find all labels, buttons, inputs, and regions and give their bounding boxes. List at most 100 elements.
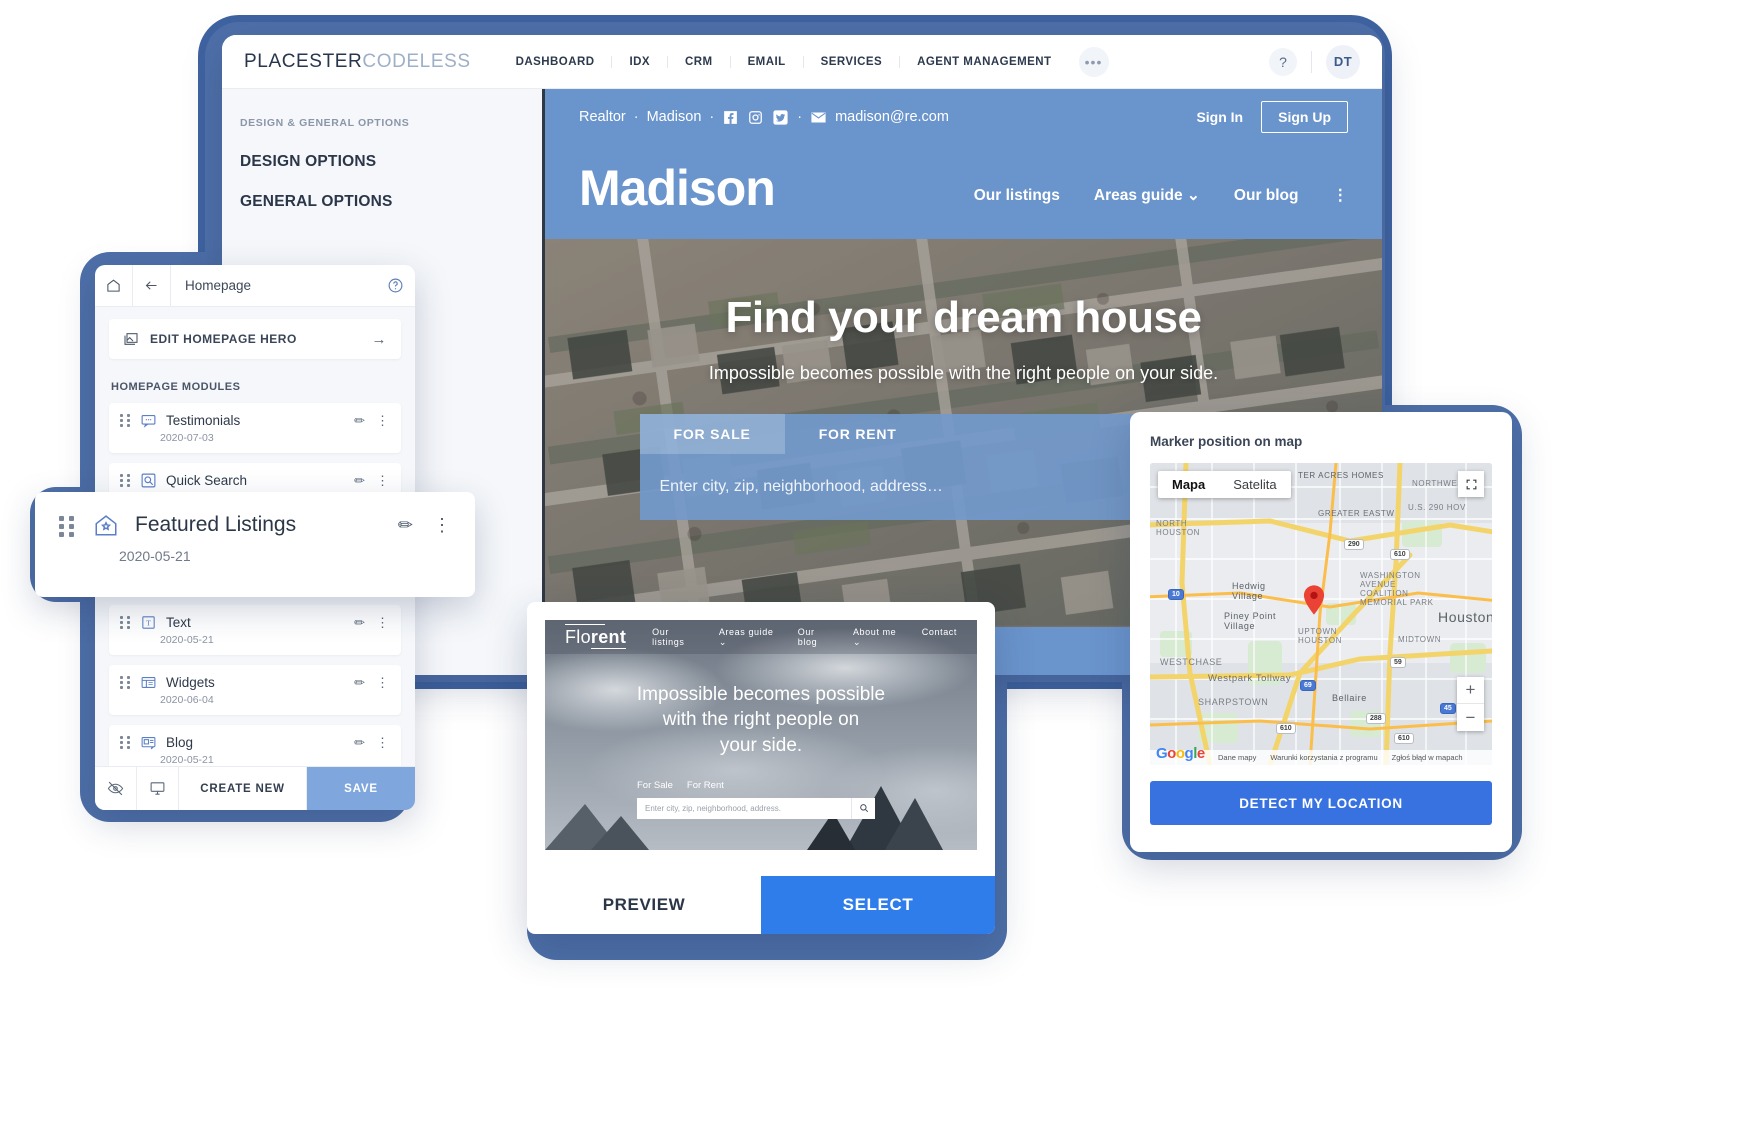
pencil-icon[interactable]: ✏ [354,473,365,489]
app-topbar-right: ? DT [1269,44,1360,79]
route-shield: 290 [1344,539,1364,550]
hero-subtitle: Impossible becomes possible with the rig… [708,363,1219,383]
template-logo-left: Flo [565,626,591,647]
list-item[interactable]: Widgets ✏ ⋮ 2020-06-04 [109,665,401,715]
site-logo[interactable]: Madison [579,163,776,213]
attr-warunki[interactable]: Warunki korzystania z programu [1270,753,1377,762]
nav-more-icon[interactable]: ••• [1078,46,1109,77]
map-tab-satelita[interactable]: Satelita [1219,471,1290,498]
map-label: Piney Point Village [1224,611,1277,631]
app-logo[interactable]: PLACESTERCODELESS [244,51,471,73]
back-arrow-icon[interactable] [133,265,171,307]
site-nav-kebab-icon[interactable]: ⋮ [1333,188,1349,204]
vertical-dots-icon[interactable]: ⋮ [376,474,389,487]
help-icon[interactable]: ? [1269,47,1297,76]
map-pin-icon[interactable] [1303,585,1325,620]
featured-listings-card[interactable]: Featured Listings ✏ ⋮ 2020-05-21 [35,492,475,597]
site-role: Realtor [579,109,626,125]
pencil-icon[interactable]: ✏ [354,615,365,631]
list-item[interactable]: Testimonials ✏ ⋮ 2020-07-03 [109,403,401,453]
chevron-down-icon: ⌄ [852,636,862,647]
map-tab-mapa[interactable]: Mapa [1158,471,1219,498]
hero-title: Find your dream house [725,293,1202,342]
avatar[interactable]: DT [1326,44,1360,79]
search-icon[interactable] [851,797,875,819]
zoom-in-button[interactable]: + [1457,677,1484,704]
vertical-dots-icon[interactable]: ⋮ [376,414,389,427]
template-nav-our-blog[interactable]: Our blog [798,627,833,648]
pencil-icon[interactable]: ✏ [354,413,365,429]
select-button[interactable]: SELECT [761,876,995,934]
route-shield: 69 [1300,680,1316,691]
preview-button[interactable]: PREVIEW [527,876,761,934]
pencil-icon[interactable]: ✏ [354,675,365,691]
envelope-icon[interactable] [810,109,827,126]
panel-help-icon[interactable] [375,265,415,307]
nav-item-services[interactable]: SERVICES [804,55,901,68]
nav-item-idx[interactable]: IDX [612,55,669,68]
sign-up-button[interactable]: Sign Up [1261,101,1348,133]
nav-item-email[interactable]: EMAIL [731,55,804,68]
chevron-down-icon: ⌄ [718,636,727,647]
site-email[interactable]: madison@re.com [835,109,949,125]
list-item-label: Quick Search [166,473,248,488]
map-canvas[interactable]: Mapa Satelita TER ACRES HOMES NORTHWEST … [1150,463,1492,765]
vertical-dots-icon[interactable]: ⋮ [376,736,389,749]
save-button[interactable]: SAVE [307,767,415,810]
site-nav-our-listings[interactable]: Our listings [974,187,1060,205]
nav-item-crm[interactable]: CRM [668,55,731,68]
template-nav-about-me[interactable]: About me ⌄ [853,627,902,648]
template-tab-for-sale[interactable]: For Sale [637,780,673,791]
drag-handle-icon[interactable] [120,474,131,487]
drag-handle-icon[interactable] [120,676,131,689]
drag-handle-icon[interactable] [120,736,131,749]
nav-item-dashboard[interactable]: DASHBOARD [499,55,613,68]
drag-handle-icon[interactable] [120,414,131,427]
detect-my-location-button[interactable]: DETECT MY LOCATION [1150,781,1492,825]
list-item[interactable]: T Text ✏ ⋮ 2020-05-21 [109,605,401,655]
template-nav-areas-guide[interactable]: Areas guide ⌄ [719,627,778,648]
template-preview-card: Florent Our listings Areas guide ⌄ Our b… [527,602,995,934]
site-nav-our-blog[interactable]: Our blog [1234,187,1299,205]
sidebar-item-design-options[interactable]: DESIGN OPTIONS [240,153,542,171]
svg-text:T: T [146,618,151,627]
search-pin-icon [140,472,157,489]
text-icon: T [140,614,157,631]
featured-listings-date: 2020-05-21 [119,548,191,564]
site-nav-areas-guide[interactable]: Areas guide ⌄ [1094,186,1200,205]
template-nav: Florent Our listings Areas guide ⌄ Our b… [545,620,977,654]
zoom-out-button[interactable]: − [1457,704,1484,731]
instagram-icon[interactable] [747,109,764,126]
facebook-icon[interactable] [722,109,739,126]
twitter-icon[interactable] [772,109,789,126]
list-item-date: 2020-05-21 [160,754,214,766]
tab-for-sale[interactable]: FOR SALE [639,414,785,454]
nav-item-agent-management[interactable]: AGENT MANAGEMENT [900,56,1068,68]
edit-homepage-hero-button[interactable]: EDIT HOMEPAGE HERO → [109,319,401,359]
create-new-button[interactable]: CREATE NEW [179,767,307,810]
template-search-input[interactable]: Enter city, zip, neighborhood, address. [637,797,851,819]
template-nav-our-listings[interactable]: Our listings [652,627,699,648]
app-topbar: PLACESTERCODELESS DASHBOARD IDX CRM EMAI… [222,35,1382,89]
pencil-icon[interactable]: ✏ [398,515,413,536]
featured-listings-title: Featured Listings [135,513,297,536]
list-item-label: Blog [166,735,194,750]
sidebar-item-general-options[interactable]: GENERAL OPTIONS [240,193,542,211]
eye-off-icon[interactable] [95,767,137,810]
attr-zglos-blad[interactable]: Zgłoś błąd w mapach [1392,753,1463,762]
template-tab-for-rent[interactable]: For Rent [687,780,724,791]
home-icon[interactable] [95,265,133,307]
vertical-dots-icon[interactable]: ⋮ [433,516,451,534]
pencil-icon[interactable]: ✏ [354,735,365,751]
tab-for-rent[interactable]: FOR RENT [785,414,931,454]
vertical-dots-icon[interactable]: ⋮ [376,616,389,629]
list-item[interactable]: Blog ✏ ⋮ 2020-05-21 [109,725,401,766]
sign-in-link[interactable]: Sign In [1196,109,1243,125]
desktop-icon[interactable] [137,767,179,810]
fullscreen-icon[interactable] [1458,471,1484,497]
map-label: MIDTOWN [1398,635,1442,644]
template-nav-contact[interactable]: Contact [922,627,957,648]
drag-handle-icon[interactable] [120,616,131,629]
vertical-dots-icon[interactable]: ⋮ [376,676,389,689]
drag-handle-icon[interactable] [59,516,75,537]
